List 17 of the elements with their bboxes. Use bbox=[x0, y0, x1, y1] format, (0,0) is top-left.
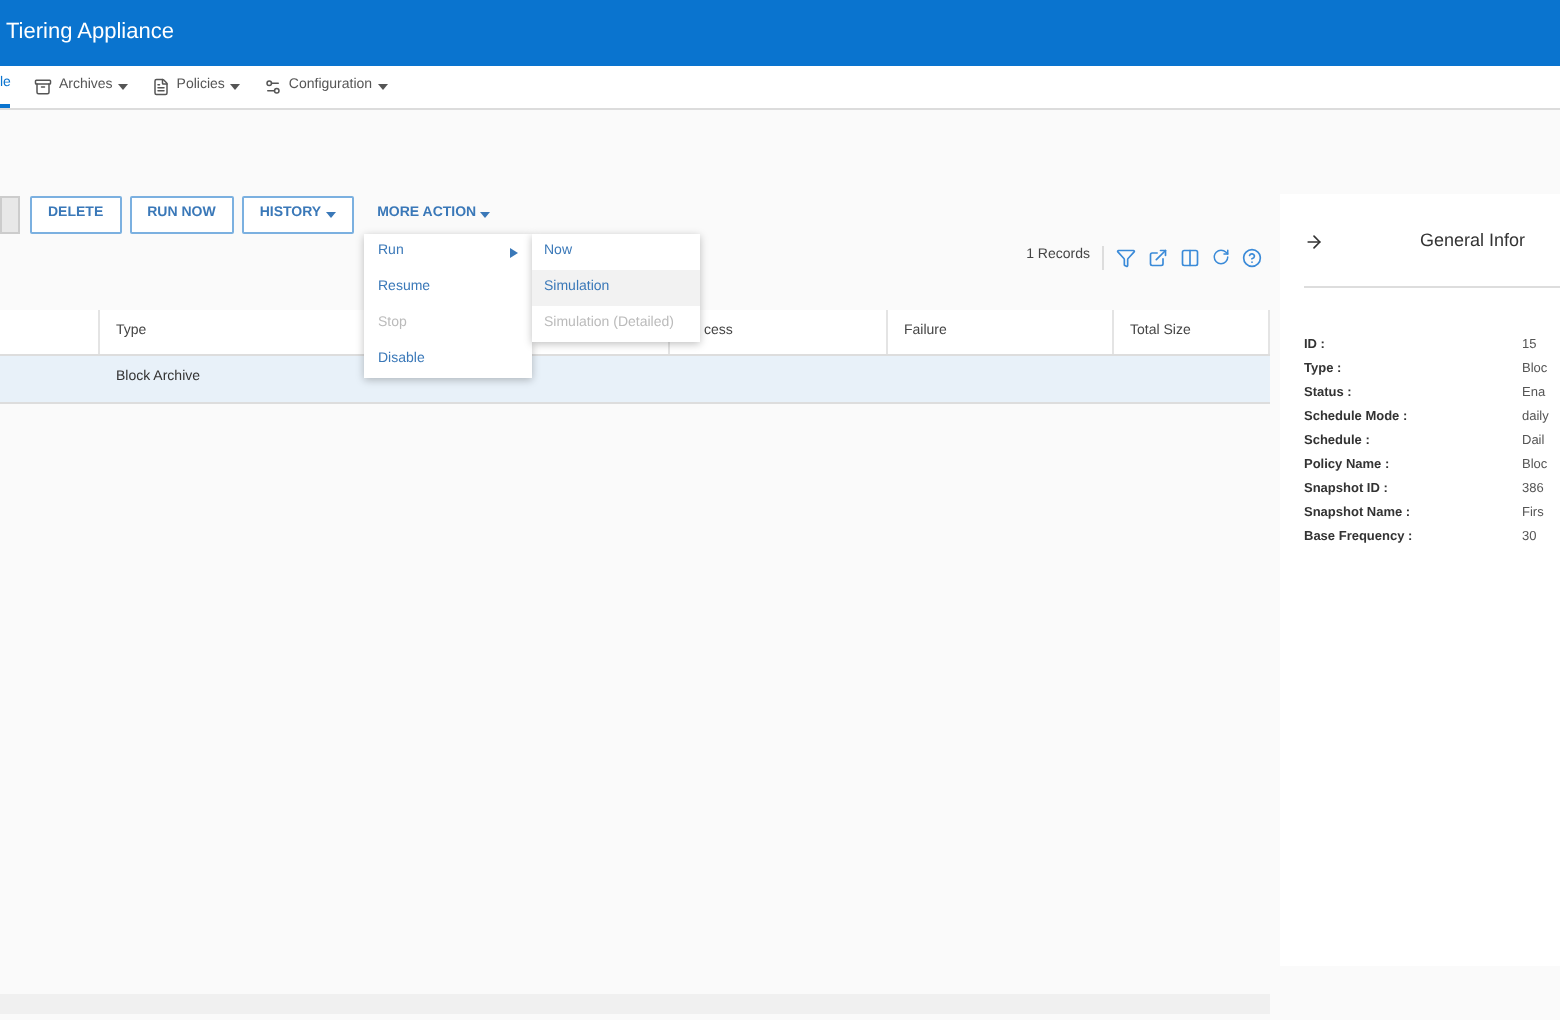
caret-icon bbox=[230, 84, 241, 90]
arrow-icon[interactable] bbox=[1304, 232, 1324, 252]
panel-title: General Infor bbox=[1420, 228, 1526, 255]
caret-icon bbox=[325, 211, 336, 217]
caret-icon bbox=[378, 84, 389, 90]
export-icon[interactable] bbox=[1148, 247, 1168, 267]
refresh-icon[interactable] bbox=[1212, 248, 1230, 266]
caret-icon bbox=[118, 84, 129, 90]
caret-icon bbox=[480, 211, 491, 217]
app-title: Tiering Appliance bbox=[6, 18, 174, 49]
filter-icon[interactable] bbox=[1116, 247, 1136, 267]
nav-icon bbox=[34, 78, 53, 96]
help-icon[interactable] bbox=[1242, 247, 1262, 267]
nav-icon bbox=[152, 78, 171, 96]
submenu-caret-icon bbox=[510, 247, 518, 257]
columns-icon[interactable] bbox=[1180, 247, 1200, 267]
nav-icon bbox=[264, 78, 283, 96]
